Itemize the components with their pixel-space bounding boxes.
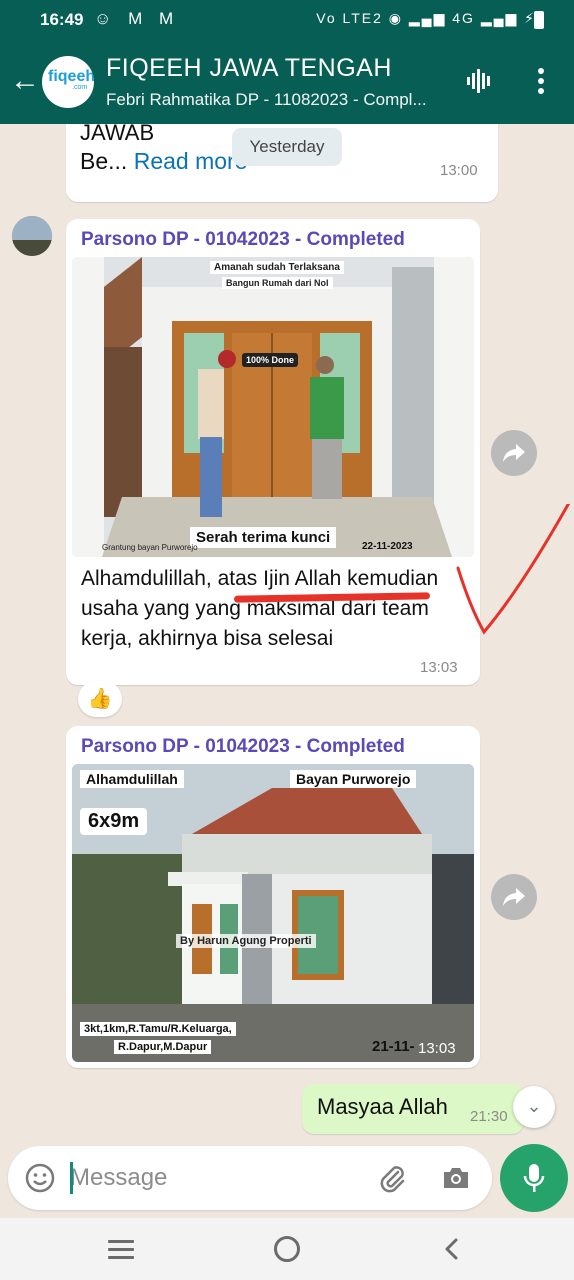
- message-bubble-photo-2[interactable]: Parsono DP - 01042023 - Completed Alhamd…: [66, 726, 480, 1068]
- message-bubble-photo-1[interactable]: Parsono DP - 01042023 - Completed Amanah…: [66, 219, 480, 685]
- message-bubble-outgoing[interactable]: Masyaa Allah 21:30: [302, 1084, 524, 1134]
- message-input[interactable]: [70, 1158, 360, 1198]
- chat-subtitle[interactable]: Febri Rahmatika DP - 11082023 - Compl...: [106, 90, 446, 110]
- attach-icon[interactable]: [376, 1162, 408, 1194]
- photo-label-right: Bayan Purworejo: [290, 770, 417, 788]
- nav-back-icon[interactable]: [440, 1236, 466, 1262]
- camera-icon[interactable]: [440, 1162, 472, 1194]
- message-text: Be... Read more: [80, 148, 247, 175]
- photo-caption-top1: Amanah sudah Terlaksana: [210, 261, 344, 274]
- photo-caption-bottom: Serah terima kunci: [190, 527, 337, 548]
- group-avatar[interactable]: fiqeeh .com: [42, 56, 94, 108]
- back-arrow-icon[interactable]: ←: [10, 66, 40, 96]
- message-time: 13:03: [420, 659, 458, 676]
- sender-name[interactable]: Parsono DP - 01042023 - Completed: [81, 229, 405, 251]
- message-time: 13:03: [418, 1040, 456, 1057]
- battery-icon: [534, 11, 544, 29]
- signal-icons: Vo LTE2 ◉ ▂▄▆ 4G ▂▄▆ ⚡: [316, 10, 536, 26]
- message-text-highlight: atas Ijin Allah: [217, 567, 342, 590]
- home-icon[interactable]: [274, 1236, 300, 1262]
- date-divider: Yesterday: [232, 128, 342, 166]
- chat-area[interactable]: JAWAB Be... Read more 13:00 Yesterday Pa…: [0, 124, 574, 1144]
- chat-title[interactable]: FIQEEH JAWA TENGAH: [106, 54, 392, 83]
- photo-size-label: 6x9m: [80, 808, 148, 835]
- photo-spec-line1: 3kt,1km,R.Tamu/R.Keluarga,: [80, 1022, 236, 1036]
- message-photo-house[interactable]: Alhamdulillah Bayan Purworejo 6x9m By Ha…: [72, 764, 474, 1062]
- message-time: 13:00: [440, 162, 478, 179]
- chat-header: ← fiqeeh .com FIQEEH JAWA TENGAH Febri R…: [0, 40, 574, 124]
- emoji-icon[interactable]: [24, 1162, 56, 1194]
- share-forward-icon[interactable]: [491, 430, 537, 476]
- voice-chat-icon[interactable]: [466, 66, 494, 96]
- mic-icon[interactable]: [500, 1144, 568, 1212]
- message-composer: [8, 1146, 492, 1210]
- photo-watermark: By Harun Agung Properti: [176, 934, 316, 948]
- message-text: Masyaa Allah: [317, 1094, 448, 1119]
- photo-spec-line2: R.Dapur,M.Dapur: [114, 1040, 212, 1054]
- sender-name[interactable]: Parsono DP - 01042023 - Completed: [81, 736, 405, 758]
- avatar-brand-subtext: .com: [72, 84, 88, 91]
- sender-avatar[interactable]: [12, 216, 52, 256]
- share-forward-icon[interactable]: [491, 874, 537, 920]
- chevron-double-down-icon[interactable]: ⌄: [513, 1086, 555, 1128]
- photo-label-left: Alhamdulillah: [80, 770, 184, 788]
- photo-badge: 100% Done: [242, 353, 299, 367]
- photo-caption-date: 22-11-2023: [362, 541, 413, 552]
- message-photo-key-handover[interactable]: Amanah sudah Terlaksana Bangun Rumah dar…: [72, 257, 474, 557]
- message-text-part: Alhamdulillah,: [81, 567, 218, 590]
- message-clipped-text: JAWAB: [80, 124, 155, 145]
- photo-date: 21-11-: [372, 1038, 415, 1055]
- text-caret: [70, 1162, 73, 1194]
- message-text-prefix: Be...: [80, 148, 128, 174]
- photo-caption-location: Grantung bayan Purworejo: [102, 543, 198, 552]
- status-time: 16:49: [40, 10, 84, 29]
- annotation-checkmark: [456, 504, 571, 635]
- reaction-thumbs-up-icon[interactable]: 👍: [78, 681, 122, 717]
- more-vert-icon[interactable]: [534, 66, 548, 96]
- notification-icons: ☺ M M: [94, 9, 180, 28]
- status-bar: 16:49 ☺ M M Vo LTE2 ◉ ▂▄▆ 4G ▂▄▆ ⚡: [0, 0, 574, 40]
- recent-apps-icon[interactable]: [108, 1240, 134, 1259]
- photo-caption-top2: Bangun Rumah dari Nol: [222, 277, 333, 289]
- message-time: 21:30: [470, 1108, 508, 1125]
- read-more-link[interactable]: Read more: [134, 148, 248, 174]
- system-nav-bar: [0, 1218, 574, 1280]
- message-text: Alhamdulillah, atas Ijin Allah kemudian …: [81, 564, 473, 654]
